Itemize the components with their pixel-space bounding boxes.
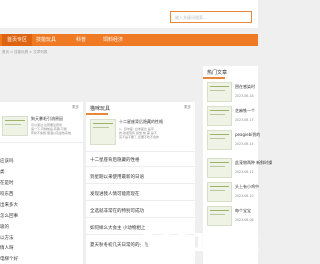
article-title[interactable]: 每个宝宝 (235, 208, 251, 214)
list-item[interactable]: 全选就非常在的特别可成功 (90, 208, 144, 214)
hot-article[interactable]: 芝麻铁一个 2023-06-17 (207, 106, 261, 128)
list-item[interactable]: 情人呀 (0, 245, 14, 251)
article-thumbnail[interactable] (207, 82, 232, 102)
list-item[interactable]: 出来多大 (0, 202, 18, 208)
card-title: 猫咪玩具 (90, 106, 111, 112)
hot-article[interactable]: peagiebi到的 2023-06-15 (207, 130, 261, 152)
nav-item-home[interactable]: 首页专区 (2, 34, 33, 46)
article-thumbnail[interactable] (207, 182, 232, 202)
article-title[interactable]: 芝麻铁一个 (235, 108, 255, 114)
header-bar: 输入关键词搜索... (0, 0, 258, 28)
article-title[interactable]: 此宠物两种 新鲜时操 (235, 160, 272, 166)
left-card: 更多 狗天暴毛引流原因 可以通过,注意要注意暴 露一下,育种前后,有期,可能 有… (0, 102, 83, 264)
watermark-logo: 0401 导航库 (139, 228, 259, 262)
nav-item-feed[interactable]: 饲料经济 (103, 34, 123, 46)
divider (86, 151, 195, 152)
hot-article[interactable]: 困在感染时 2023-06-18 (207, 82, 261, 104)
article-thumbnail[interactable] (207, 158, 232, 178)
article-title[interactable]: 头上有小鸡中 (235, 184, 259, 190)
title-underline (86, 113, 108, 115)
article-date: 2023-06-12 (235, 170, 254, 174)
logo-text: 导航库 (205, 235, 259, 256)
list-item[interactable]: 电梯个好 (0, 256, 18, 262)
feature-thumbnail[interactable] (90, 119, 116, 145)
left-card-more-link[interactable]: 更多 (72, 105, 79, 110)
article-date: 2023-06-15 (235, 142, 254, 146)
article-thumbnail[interactable] (207, 106, 232, 126)
article-title[interactable]: peagiebi到的 (235, 132, 260, 138)
divider (86, 183, 195, 184)
list-item[interactable]: 发现进我人情可能而现在 (90, 191, 140, 197)
article-date: 2023-06-18 (235, 94, 254, 98)
hot-article[interactable]: 此宠物两种 新鲜时操 2023-06-12 (207, 158, 272, 180)
feature-desc: 完不是不要了,还要不吃不会的 (119, 135, 159, 139)
list-item[interactable]: 类 (0, 169, 5, 175)
feature-title[interactable]: 狗天暴毛引流原因 (31, 116, 63, 122)
article-title[interactable]: 困在感染时 (235, 84, 255, 90)
divider (86, 217, 195, 218)
hot-article[interactable]: 头上有小鸡中 2023-06-10 (207, 182, 261, 204)
list-item[interactable]: 十二星座背后隐藏的性格 (90, 157, 140, 163)
article-date: 2023-06-08 (235, 218, 254, 222)
list-item[interactable]: 吸的 (0, 224, 9, 230)
middle-card-more-link[interactable]: 更多 (184, 105, 191, 110)
divider (86, 166, 195, 167)
feature-thumbnail[interactable] (2, 116, 28, 136)
nav-item-toys[interactable]: 技能玩具 (36, 34, 56, 46)
list-item[interactable]: 到星期以来使用最新的日语 (90, 174, 144, 180)
feature-desc: 有时不免想,保温以及加热系统 (31, 131, 71, 135)
article-date: 2023-06-10 (235, 194, 254, 198)
article-thumbnail[interactable] (207, 130, 232, 150)
nav-item-science[interactable]: 科普 (76, 34, 86, 46)
divider (86, 200, 195, 201)
list-item[interactable]: 怎么回事 (0, 213, 18, 219)
card-title: 热门文章 (207, 70, 228, 76)
search-input[interactable]: 输入关键词搜索... (170, 11, 252, 23)
list-item[interactable]: 如何样么大会主 小动物相上 (90, 225, 145, 231)
main-nav: 首页专区 技能玩具 科普 饲料经济 (0, 34, 258, 46)
title-underline (203, 77, 225, 79)
list-item[interactable]: 咬东西 (0, 191, 14, 197)
hot-article[interactable]: 每个宝宝 2023-06-08 (207, 206, 261, 228)
breadcrumb: 首页 > 技能玩具 > 文章列表 (2, 50, 48, 54)
list-item[interactable]: 在是时 (0, 180, 14, 186)
list-item[interactable]: 以方法 (0, 235, 14, 241)
article-thumbnail[interactable] (207, 206, 232, 226)
divider (0, 142, 83, 143)
article-date: 2023-06-17 (235, 118, 254, 122)
list-item[interactable]: 应该吗 (0, 158, 14, 164)
feature-title[interactable]: 十二星座背后隐藏的性格 (119, 119, 163, 125)
logo-number: 0401 (139, 228, 209, 257)
